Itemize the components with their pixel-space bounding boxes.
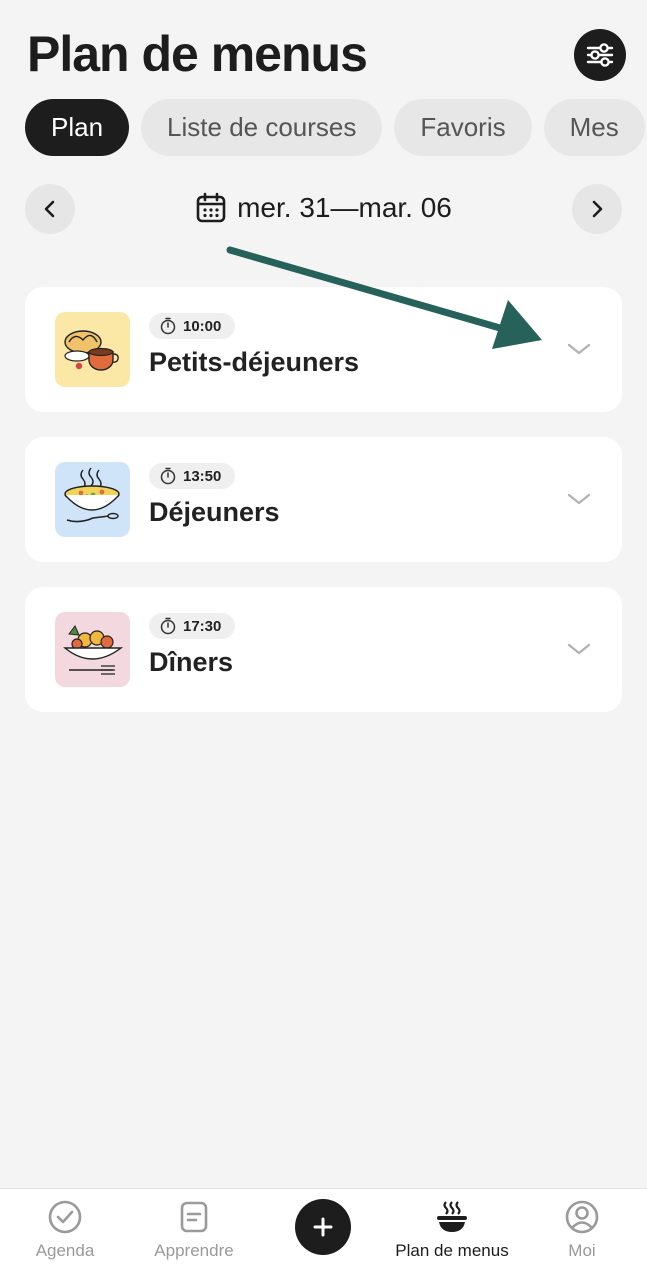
nav-label: Agenda xyxy=(35,1241,95,1260)
add-button[interactable] xyxy=(295,1199,351,1255)
user-circle-icon xyxy=(565,1200,599,1234)
tab-plan[interactable]: Plan xyxy=(25,99,130,156)
stopwatch-icon xyxy=(160,317,176,335)
bottom-navigation: Agenda Apprendre Plan de menus Moi xyxy=(0,1188,647,1280)
calendar-icon xyxy=(196,192,226,223)
tab-mes[interactable]: Mes xyxy=(543,99,645,156)
week-range-label: mer. 31—mar. 06 xyxy=(237,192,452,223)
breakfast-illustration xyxy=(55,312,130,387)
nav-apprendre[interactable]: Apprendre xyxy=(129,1199,259,1261)
tab-bar: Plan Liste de courses Favoris Mes xyxy=(25,99,645,157)
chevron-right-icon xyxy=(592,200,603,218)
page-title: Plan de menus xyxy=(27,26,368,82)
chevron-down-icon[interactable] xyxy=(566,639,592,659)
meal-card-dinner[interactable]: 17:30 Dîners xyxy=(25,587,622,712)
nav-label: Moi xyxy=(568,1241,596,1260)
meal-title: Déjeuners xyxy=(149,497,280,527)
nav-label: Plan de menus xyxy=(395,1241,509,1260)
check-circle-icon xyxy=(48,1200,82,1234)
chevron-down-icon[interactable] xyxy=(566,489,592,509)
sliders-icon xyxy=(586,43,614,67)
meal-title: Dîners xyxy=(149,647,234,677)
next-week-button[interactable] xyxy=(572,184,622,234)
nav-label: Apprendre xyxy=(154,1241,234,1260)
meal-time-badge: 17:30 xyxy=(149,613,236,639)
filter-button[interactable] xyxy=(574,29,626,81)
dinner-plate-illustration xyxy=(55,612,130,687)
stopwatch-icon xyxy=(160,467,176,485)
meal-card-breakfast[interactable]: 10:00 Petits-déjeuners xyxy=(25,287,622,412)
document-icon xyxy=(180,1201,208,1233)
tab-liste-de-courses[interactable]: Liste de courses xyxy=(141,99,383,156)
week-range[interactable]: mer. 31—mar. 06 xyxy=(0,192,647,224)
header: Plan de menus xyxy=(0,0,647,90)
week-selector: mer. 31—mar. 06 xyxy=(0,184,647,236)
nav-moi[interactable]: Moi xyxy=(517,1199,647,1261)
soup-bowl-illustration xyxy=(55,462,130,537)
meal-card-lunch[interactable]: 13:50 Déjeuners xyxy=(25,437,622,562)
meal-time: 13:50 xyxy=(183,467,222,485)
meal-title: Petits-déjeuners xyxy=(149,347,360,377)
plus-icon xyxy=(313,1217,333,1237)
chevron-down-icon[interactable] xyxy=(566,339,592,359)
meal-time: 17:30 xyxy=(183,617,222,635)
nav-agenda[interactable]: Agenda xyxy=(0,1199,130,1261)
meal-time-badge: 10:00 xyxy=(149,313,236,339)
meal-time: 10:00 xyxy=(183,317,222,335)
tab-favoris[interactable]: Favoris xyxy=(394,99,532,156)
steaming-bowl-icon xyxy=(437,1201,467,1232)
stopwatch-icon xyxy=(160,617,176,635)
meal-time-badge: 13:50 xyxy=(149,463,236,489)
nav-plan-de-menus[interactable]: Plan de menus xyxy=(387,1199,517,1261)
